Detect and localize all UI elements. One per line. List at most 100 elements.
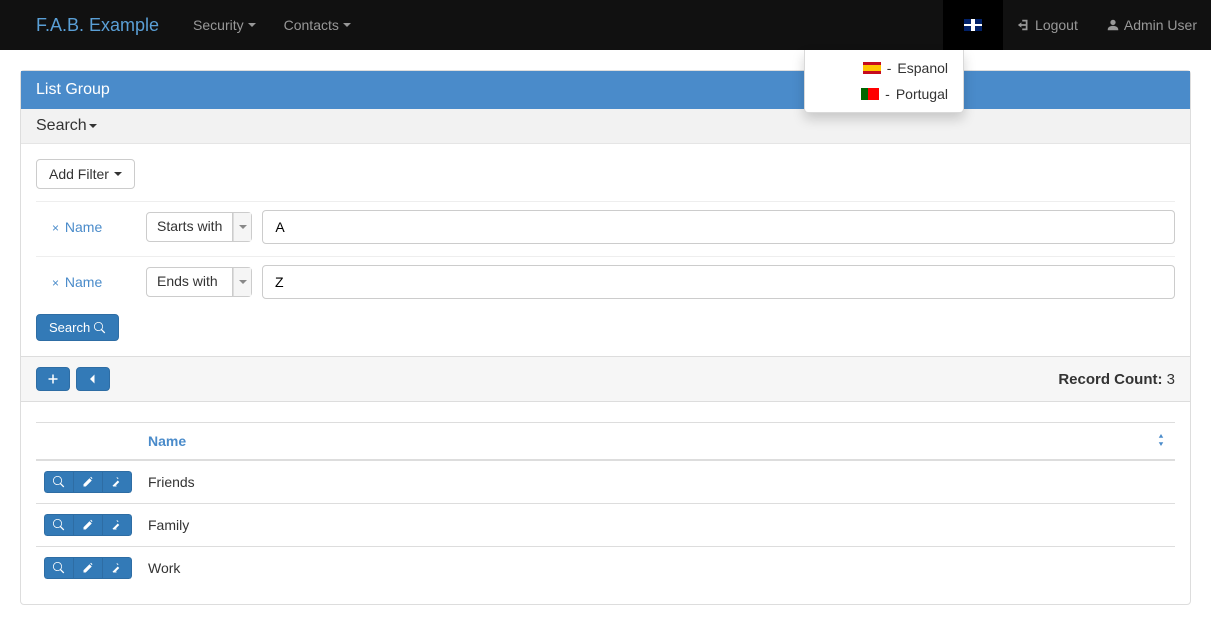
table-header-row: Name: [36, 423, 1175, 461]
flag-uk-icon: [964, 19, 982, 31]
lang-es-label: Espanol: [897, 60, 948, 76]
lang-pt-label: Portugal: [896, 86, 948, 102]
cell-name: Friends: [140, 460, 1175, 504]
actions-cell: [36, 504, 140, 547]
lang-sep: -: [885, 86, 890, 102]
navbar: F.A.B. Example Security Contacts Logout …: [0, 0, 1211, 50]
filter-value-input[interactable]: [262, 210, 1175, 244]
add-filter-label: Add Filter: [49, 166, 109, 182]
language-dropdown: - Espanol - Portugal: [804, 50, 964, 113]
record-count-value: 3: [1167, 371, 1175, 388]
filter-row: × Name Ends with: [36, 256, 1175, 299]
caret-icon: [343, 23, 351, 27]
search-toggle[interactable]: Search: [36, 117, 97, 135]
toolbar-left: [36, 367, 110, 391]
search-toggle-label: Search: [36, 117, 87, 135]
flag-pt-icon: [861, 88, 879, 100]
add-button[interactable]: [36, 367, 70, 391]
edit-button[interactable]: [74, 471, 103, 493]
back-button[interactable]: [76, 367, 110, 391]
data-table: Name FriendsFamilyWork: [36, 422, 1175, 589]
filter-value-input[interactable]: [262, 265, 1175, 299]
close-icon: ×: [52, 221, 59, 235]
search-icon: [53, 562, 65, 574]
caret-icon: [89, 124, 97, 128]
logout-label: Logout: [1035, 17, 1078, 33]
brand-link[interactable]: F.A.B. Example: [0, 1, 179, 50]
filter-operator-select[interactable]: Ends with: [146, 267, 252, 297]
language-dropdown-toggle[interactable]: [943, 0, 1003, 50]
flag-es-icon: [863, 62, 881, 74]
lang-option-es[interactable]: - Espanol: [805, 55, 963, 81]
filter-remove-link[interactable]: × Name: [36, 219, 136, 235]
view-button[interactable]: [44, 557, 74, 579]
delete-button[interactable]: [103, 514, 132, 536]
record-count-label: Record Count:: [1058, 371, 1162, 388]
table-row: Friends: [36, 460, 1175, 504]
search-button-label: Search: [49, 320, 90, 335]
view-button[interactable]: [44, 514, 74, 536]
eraser-icon: [111, 562, 123, 574]
user-link[interactable]: Admin User: [1092, 0, 1211, 50]
edit-button[interactable]: [74, 557, 103, 579]
delete-button[interactable]: [103, 471, 132, 493]
arrow-left-icon: [87, 373, 99, 385]
logout-icon: [1017, 18, 1031, 32]
column-header-label: Name: [148, 433, 186, 449]
search-icon: [53, 519, 65, 531]
close-icon: ×: [52, 276, 59, 290]
panel-body: Add Filter × Name Starts with × Name: [21, 144, 1190, 604]
nav-security[interactable]: Security: [179, 2, 270, 48]
actions-header: [36, 423, 140, 461]
record-count: Record Count: 3: [1058, 371, 1175, 388]
chevron-down-icon: [233, 268, 251, 296]
filter-operator-value: Ends with: [147, 268, 233, 296]
table-row: Work: [36, 547, 1175, 590]
user-icon: [1106, 18, 1120, 32]
nav-contacts-label: Contacts: [284, 17, 339, 33]
view-button[interactable]: [44, 471, 74, 493]
filter-operator-value: Starts with: [147, 213, 233, 241]
main-container: List Group Search Add Filter × Name Star…: [0, 50, 1211, 625]
search-button[interactable]: Search: [36, 314, 119, 341]
plus-icon: [47, 373, 59, 385]
lang-sep: -: [887, 60, 892, 76]
search-icon: [53, 476, 65, 488]
logout-link[interactable]: Logout: [1003, 0, 1092, 50]
edit-icon: [82, 476, 94, 488]
edit-button[interactable]: [74, 514, 103, 536]
toolbar: Record Count: 3: [21, 356, 1190, 402]
filter-operator-select[interactable]: Starts with: [146, 212, 252, 242]
caret-icon: [114, 172, 122, 176]
delete-button[interactable]: [103, 557, 132, 579]
filter-field-label: Name: [65, 219, 102, 235]
nav-contacts[interactable]: Contacts: [270, 2, 365, 48]
sort-icon[interactable]: [1155, 433, 1167, 449]
caret-icon: [248, 23, 256, 27]
user-label: Admin User: [1124, 17, 1197, 33]
nav-security-label: Security: [193, 17, 244, 33]
cell-name: Family: [140, 504, 1175, 547]
search-well: Search: [21, 109, 1190, 144]
panel-heading: List Group: [21, 71, 1190, 109]
panel: List Group Search Add Filter × Name Star…: [20, 70, 1191, 605]
chevron-down-icon: [233, 213, 251, 241]
add-filter-button[interactable]: Add Filter: [36, 159, 135, 189]
table-row: Family: [36, 504, 1175, 547]
eraser-icon: [111, 519, 123, 531]
navbar-left: F.A.B. Example Security Contacts: [0, 0, 365, 50]
edit-icon: [82, 519, 94, 531]
filter-row: × Name Starts with: [36, 201, 1175, 244]
navbar-right: Logout Admin User: [943, 0, 1211, 50]
actions-cell: [36, 460, 140, 504]
actions-cell: [36, 547, 140, 590]
panel-title: List Group: [36, 81, 110, 98]
eraser-icon: [111, 476, 123, 488]
filter-field-label: Name: [65, 274, 102, 290]
search-icon: [94, 322, 106, 334]
edit-icon: [82, 562, 94, 574]
filter-remove-link[interactable]: × Name: [36, 274, 136, 290]
search-button-row: Search: [36, 314, 1175, 341]
column-header-name[interactable]: Name: [140, 423, 1175, 461]
lang-option-pt[interactable]: - Portugal: [805, 81, 963, 107]
